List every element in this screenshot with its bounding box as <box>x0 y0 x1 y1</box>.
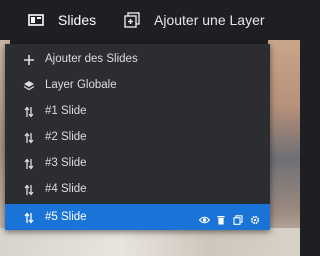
slides-icon <box>28 12 44 28</box>
menu-item-label: #2 Slide <box>45 131 87 143</box>
menu-item-label: #5 Slide <box>45 211 87 223</box>
menu-item-slide-4[interactable]: #4 Slide <box>5 176 270 202</box>
add-layer-button[interactable]: Ajouter une Layer <box>124 0 265 40</box>
slide-actions <box>198 204 260 230</box>
add-layer-icon <box>124 12 140 28</box>
gear-icon[interactable] <box>250 212 260 225</box>
sort-arrows-icon <box>23 131 35 144</box>
menu-item-slide-2[interactable]: #2 Slide <box>5 124 270 150</box>
sort-arrows-icon <box>23 183 35 196</box>
trash-icon[interactable] <box>216 212 226 225</box>
slides-menu: Ajouter des Slides Layer Globale #1 Slid… <box>5 44 270 230</box>
menu-item-label: Layer Globale <box>45 79 117 91</box>
menu-item-label: #3 Slide <box>45 157 87 169</box>
backdrop-image-right <box>268 40 300 256</box>
top-toolbar: Slides Ajouter une Layer <box>0 0 300 40</box>
menu-item-slide-3[interactable]: #3 Slide <box>5 150 270 176</box>
copy-icon[interactable] <box>233 212 243 225</box>
sort-arrows-icon <box>23 211 35 224</box>
menu-item-global-layer[interactable]: Layer Globale <box>5 72 270 98</box>
eye-icon[interactable] <box>198 212 211 224</box>
menu-item-slide-5[interactable]: #5 Slide <box>5 204 270 230</box>
sort-arrows-icon <box>23 157 35 170</box>
layers-icon <box>23 79 35 91</box>
menu-item-label: #1 Slide <box>45 105 87 117</box>
menu-item-slide-1[interactable]: #1 Slide <box>5 98 270 124</box>
sort-arrows-icon <box>23 105 35 118</box>
plus-icon <box>23 53 35 65</box>
slides-button[interactable]: Slides <box>28 0 96 40</box>
menu-item-label: Ajouter des Slides <box>45 53 138 65</box>
menu-item-add-slides[interactable]: Ajouter des Slides <box>5 46 270 72</box>
menu-item-label: #4 Slide <box>45 183 87 195</box>
add-layer-label: Ajouter une Layer <box>154 12 265 28</box>
backdrop-image-bottom <box>0 228 300 256</box>
slides-label: Slides <box>58 12 97 28</box>
